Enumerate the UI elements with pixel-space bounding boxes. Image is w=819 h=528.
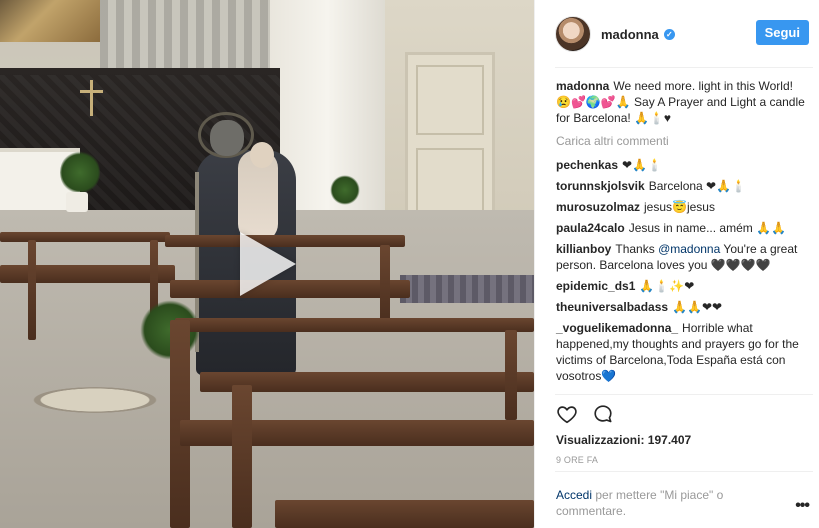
altar-painting <box>0 0 100 42</box>
pew <box>0 265 175 283</box>
post-actions <box>556 403 614 425</box>
follow-button[interactable]: Segui <box>755 20 809 45</box>
post-timestamp: 9 ORE FA <box>556 455 599 465</box>
comment-username[interactable]: pechenkas <box>556 158 618 172</box>
post-header: madonna ✓ Segui <box>555 14 813 54</box>
comment-text: 🙏🕯️✨❤ <box>639 279 695 293</box>
comment-icon[interactable] <box>592 403 614 425</box>
comment-text: Thanks <box>615 242 655 256</box>
crucifix <box>90 80 93 116</box>
comment-username[interactable]: killianboy <box>556 242 611 256</box>
pew-leg <box>380 245 390 325</box>
play-icon[interactable] <box>240 232 296 296</box>
comment-username[interactable]: paula24calo <box>556 221 625 235</box>
floor-inlay <box>0 380 190 420</box>
comment-item: murosuzolmaz jesus😇jesus <box>556 199 811 215</box>
statue-head <box>210 120 244 156</box>
child-head <box>250 142 274 168</box>
comment-item: theuniversalbadass 🙏🙏❤❤ <box>556 299 811 315</box>
load-more-comments[interactable]: Carica altri commenti <box>556 133 811 149</box>
divider <box>555 394 813 395</box>
comment-item: _voguelikemadonna_ Horrible what happened… <box>556 320 811 384</box>
divider <box>555 67 813 68</box>
crucifix <box>80 90 103 93</box>
pew <box>275 500 534 528</box>
comment-text: ❤🙏🕯️ <box>622 158 662 172</box>
rug <box>400 275 534 303</box>
comment-username[interactable]: murosuzolmaz <box>556 200 640 214</box>
comment-item: torunnskjolsvik Barcelona ❤🙏🕯️ <box>556 178 811 194</box>
pew <box>175 318 534 332</box>
more-options-icon[interactable]: ••• <box>795 497 810 515</box>
heart-icon[interactable] <box>556 403 578 425</box>
comment-item: killianboy Thanks @madonna You're a great… <box>556 241 811 273</box>
comment-username[interactable]: theuniversalbadass <box>556 300 668 314</box>
comment-item: pechenkas ❤🙏🕯️ <box>556 157 811 173</box>
comment-text: jesus😇jesus <box>644 200 715 214</box>
username-link[interactable]: madonna <box>601 27 659 42</box>
caption: madonna We need more. light in this World… <box>556 78 811 126</box>
plant-pot <box>66 192 88 212</box>
comment-text: Barcelona ❤🙏🕯️ <box>648 179 746 193</box>
post-video[interactable] <box>0 0 534 528</box>
comment-item: epidemic_ds1 🙏🕯️✨❤ <box>556 278 811 294</box>
divider <box>555 471 813 472</box>
login-link[interactable]: Accedi <box>556 488 592 502</box>
pew <box>0 232 170 242</box>
pew-leg <box>232 385 252 528</box>
pew-leg <box>28 240 36 340</box>
comment-text: 🙏🙏❤❤ <box>672 300 723 314</box>
altar-carving <box>100 0 270 68</box>
comment-username[interactable]: _voguelikemadonna_ <box>556 321 678 335</box>
verified-badge-icon: ✓ <box>663 28 675 40</box>
comment-username[interactable]: torunnskjolsvik <box>556 179 645 193</box>
comment-username[interactable]: epidemic_ds1 <box>556 279 635 293</box>
mention-link[interactable]: @madonna <box>658 242 720 256</box>
door-panel <box>416 65 484 135</box>
plant <box>60 150 100 195</box>
login-prompt: Accedi per mettere "Mi piace" o commenta… <box>556 487 756 519</box>
pew-leg <box>505 330 517 420</box>
view-count: Visualizzazioni: 197.407 <box>556 433 692 447</box>
post-details-panel: madonna ✓ Segui madonna We need more. lig… <box>534 0 819 528</box>
avatar[interactable] <box>555 16 591 52</box>
comment-text: Jesus in name... amém 🙏🙏 <box>628 221 786 235</box>
plant <box>330 175 360 205</box>
comment-item: paula24calo Jesus in name... amém 🙏🙏 <box>556 220 811 236</box>
comments-list: madonna We need more. light in this World… <box>556 78 811 389</box>
caption-username[interactable]: madonna <box>556 79 609 93</box>
